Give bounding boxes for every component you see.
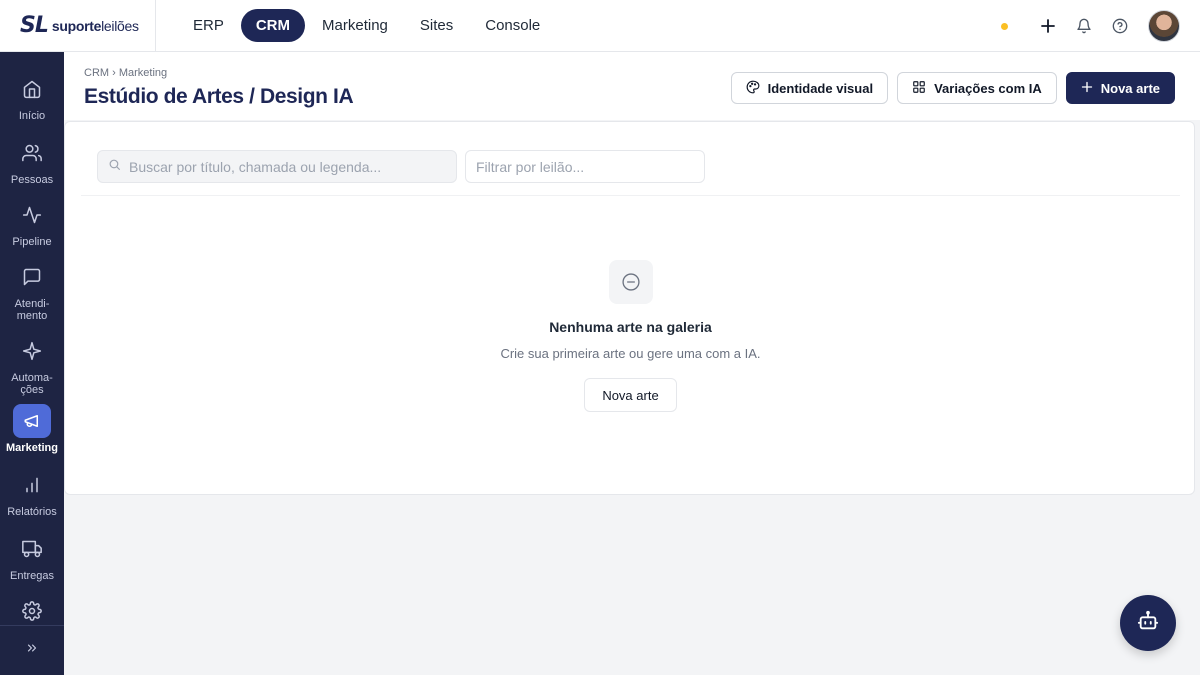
- plus-icon[interactable]: [1030, 8, 1066, 44]
- sidebar-item-atendimento[interactable]: Atendi- mento: [0, 260, 64, 322]
- sidebar-item-marketing[interactable]: Marketing: [0, 404, 64, 454]
- search-input[interactable]: [129, 158, 456, 175]
- activity-icon: [13, 198, 51, 232]
- page-header: CRM › Marketing Estúdio de Artes / Desig…: [64, 52, 1200, 120]
- plus-icon: [1081, 81, 1093, 96]
- sidebar-item-entregas[interactable]: Entregas: [0, 532, 64, 582]
- sparkle-icon: [13, 334, 51, 368]
- identity-button-label: Identidade visual: [767, 80, 874, 96]
- header-actions: Identidade visual Variações com IA Nova …: [730, 72, 1175, 104]
- sidebar-item-label: Início: [18, 110, 46, 122]
- sidebar-item-automacoes[interactable]: Automa- ções: [0, 334, 64, 396]
- divider: [81, 195, 1180, 196]
- bar-chart-icon: [13, 468, 51, 502]
- sidebar-item-label: Pessoas: [10, 174, 54, 186]
- empty-title: Nenhuma arte na galeria: [549, 319, 712, 335]
- logo-mark: SL: [20, 13, 49, 38]
- sidebar-item-label: Automa- ções: [11, 372, 53, 396]
- identity-button[interactable]: Identidade visual: [730, 72, 889, 104]
- assistant-bot-button[interactable]: [1120, 595, 1176, 651]
- sidebar: Início Pessoas Pipeline Atendi- mento Au…: [0, 52, 64, 675]
- topnav-erp[interactable]: ERP: [178, 9, 239, 42]
- home-icon: [13, 72, 51, 106]
- empty-subtitle: Crie sua primeira arte ou gere uma com a…: [500, 346, 761, 361]
- gallery-card: Nenhuma arte na galeria Crie sua primeir…: [64, 121, 1195, 495]
- auction-filter[interactable]: [465, 150, 705, 183]
- bot-icon: [1137, 610, 1159, 637]
- new-art-button[interactable]: Nova arte: [1065, 72, 1175, 104]
- message-icon: [13, 260, 51, 294]
- variations-button-label: Variações com IA: [934, 80, 1042, 96]
- sidebar-item-label: Atendi- mento: [14, 298, 50, 322]
- chevrons-right-icon: [25, 641, 39, 660]
- gear-icon: [13, 594, 51, 628]
- users-icon: [13, 136, 51, 170]
- megaphone-icon: [13, 404, 51, 438]
- topnav-marketing[interactable]: Marketing: [307, 9, 403, 42]
- sidebar-item-label: Relatórios: [7, 506, 57, 518]
- search-box[interactable]: [97, 150, 457, 183]
- bell-icon[interactable]: [1066, 8, 1102, 44]
- truck-icon: [13, 532, 51, 566]
- palette-icon: [746, 80, 760, 97]
- top-nav: ERP CRM Marketing Sites Console: [178, 9, 555, 42]
- help-icon[interactable]: [1102, 8, 1138, 44]
- top-bar: SL suporteleilões ERP CRM Marketing Site…: [0, 0, 1200, 52]
- empty-state: Nenhuma arte na galeria Crie sua primeir…: [65, 260, 1196, 412]
- sidebar-expand-button[interactable]: [0, 625, 64, 675]
- sidebar-item-relatorios[interactable]: Relatórios: [0, 468, 64, 518]
- search-icon: [108, 158, 121, 176]
- brand-logo[interactable]: SL suporteleilões: [0, 0, 156, 52]
- auction-filter-input[interactable]: [476, 158, 704, 175]
- sidebar-item-inicio[interactable]: Início: [0, 72, 64, 122]
- avatar[interactable]: [1148, 10, 1180, 42]
- empty-minus-circle-icon: [608, 260, 653, 304]
- sidebar-item-label: Entregas: [9, 570, 55, 582]
- topnav-console[interactable]: Console: [470, 9, 555, 42]
- grid-icon: [912, 80, 926, 97]
- empty-new-art-button[interactable]: Nova arte: [584, 378, 677, 412]
- sidebar-item-label: Pipeline: [12, 236, 52, 248]
- logo-text: suporteleilões: [51, 17, 139, 34]
- new-art-button-label: Nova arte: [1100, 80, 1160, 96]
- sidebar-item-label: Marketing: [6, 442, 58, 454]
- sidebar-item-pessoas[interactable]: Pessoas: [0, 136, 64, 186]
- breadcrumb[interactable]: CRM › Marketing: [84, 67, 167, 79]
- topnav-sites[interactable]: Sites: [405, 9, 468, 42]
- status-dot: [1001, 22, 1008, 30]
- sidebar-item-pipeline[interactable]: Pipeline: [0, 198, 64, 248]
- variations-button[interactable]: Variações com IA: [897, 72, 1057, 104]
- topnav-crm[interactable]: CRM: [240, 9, 306, 42]
- page-title: Estúdio de Artes / Design IA: [84, 85, 354, 108]
- top-actions: [1001, 0, 1180, 52]
